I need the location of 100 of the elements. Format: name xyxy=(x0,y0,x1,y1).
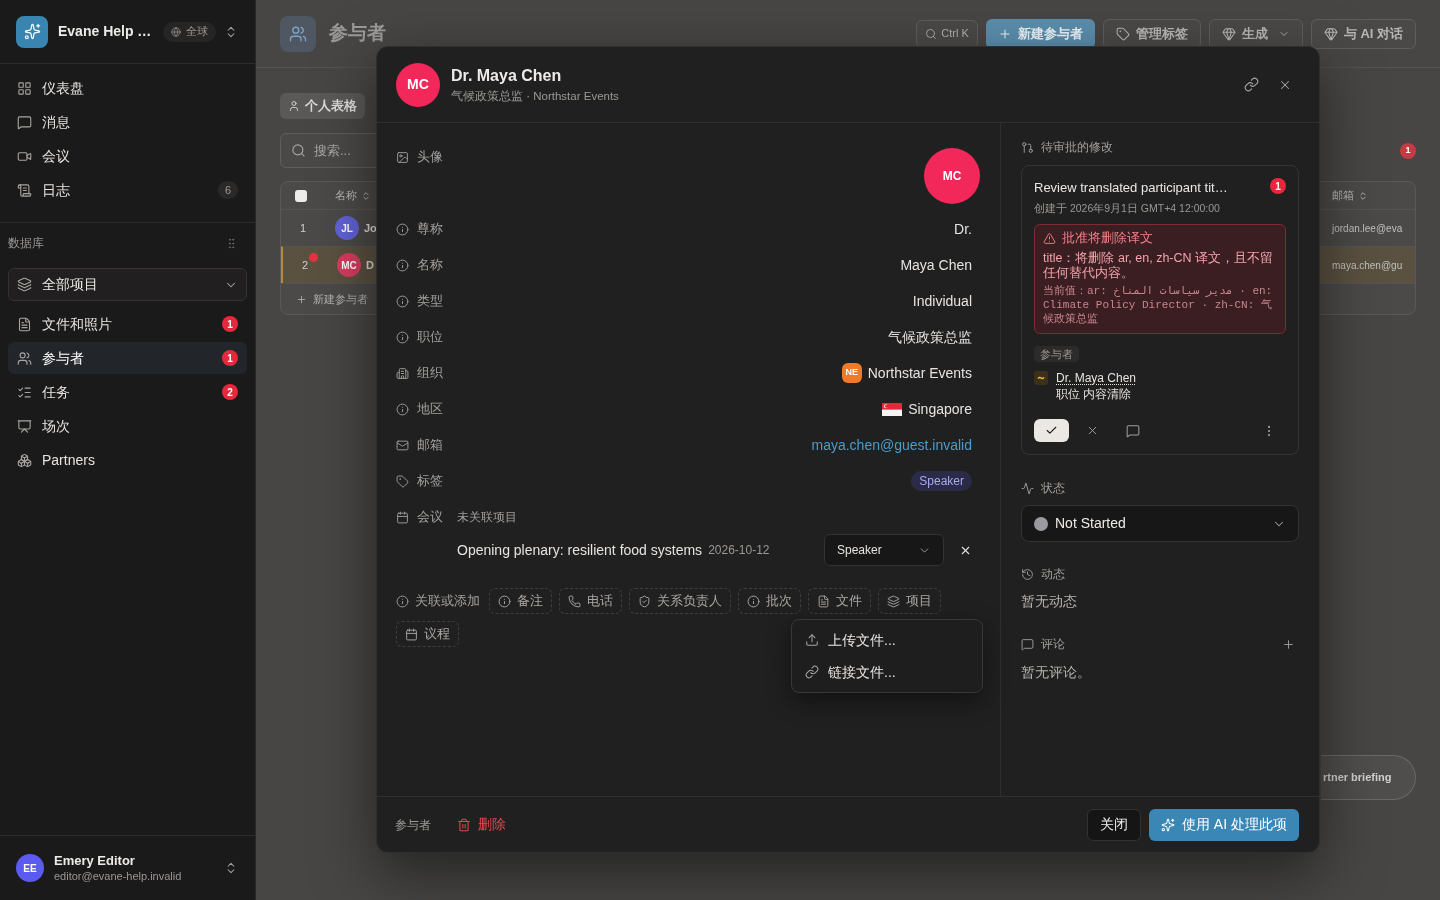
status-select[interactable]: Not Started xyxy=(1021,505,1299,542)
field-label: 职位 xyxy=(417,328,443,346)
calendar-icon xyxy=(396,510,409,524)
view-tab[interactable]: 个人表格 xyxy=(280,93,365,119)
table-cell-text: maya.chen@gu xyxy=(1332,258,1404,273)
nav-item[interactable]: Partners xyxy=(8,444,247,476)
section-title: 待审批的修改 xyxy=(1041,139,1113,156)
action-button[interactable]: 生成 xyxy=(1208,18,1303,49)
close-dialog-button[interactable]: 关闭 xyxy=(1087,808,1141,841)
approve-button[interactable] xyxy=(1034,419,1069,442)
briefing-button[interactable]: rtner briefing xyxy=(1321,755,1416,800)
footer-label: 参与者 xyxy=(395,816,431,834)
add-link-chip[interactable]: 电话 xyxy=(559,588,622,614)
change-title: Review translated participant tit… xyxy=(1034,179,1228,197)
entity-link[interactable]: Dr. Maya Chen xyxy=(1056,370,1137,386)
plus-icon xyxy=(1282,637,1295,651)
warning-title: 批准将删除译文 xyxy=(1062,229,1153,248)
phone-icon xyxy=(568,594,581,608)
action-button[interactable]: 与 AI 对话 xyxy=(1310,18,1416,49)
page-title: 参与者 xyxy=(329,21,386,46)
current-value: 当前值：ar: مدير سياسات المناخ · en: Climate Policy Director · zh-CN: 气候政策总监 xyxy=(1043,284,1274,326)
dialog-subtitle: 气候政策总监 · Northstar Events xyxy=(451,88,619,104)
copy-link-button[interactable] xyxy=(1244,77,1259,92)
dialog-title: Dr. Maya Chen xyxy=(451,65,563,86)
info-icon xyxy=(396,330,409,344)
add-link-chip[interactable]: 备注 xyxy=(489,588,552,614)
nav-item[interactable]: 任务 2 xyxy=(8,376,247,408)
checkbox[interactable] xyxy=(295,189,307,202)
nav-item[interactable]: 仪表盘 xyxy=(8,71,247,105)
sort-icon xyxy=(1358,190,1368,201)
email-link[interactable]: maya.chen@guest.invalid xyxy=(811,434,972,456)
workspace-name: Evane Help … xyxy=(58,22,152,41)
menu-item[interactable]: 上传文件... xyxy=(796,624,978,656)
field-value: Dr. xyxy=(954,219,972,239)
tag-icon xyxy=(1115,26,1130,41)
delete-button[interactable]: 删除 xyxy=(457,814,506,835)
activity-icon xyxy=(1021,481,1034,495)
add-link-chip[interactable]: 项目 xyxy=(878,588,941,614)
search-icon xyxy=(925,27,938,40)
info-icon xyxy=(396,594,409,608)
nav-item[interactable]: 日志 6 xyxy=(8,173,247,207)
trash-icon xyxy=(457,817,471,832)
reject-button[interactable] xyxy=(1086,424,1099,437)
field-label: 地区 xyxy=(417,400,443,418)
user-name: Emery Editor xyxy=(54,852,136,869)
globe-icon xyxy=(171,26,182,37)
app-logo-icon[interactable] xyxy=(16,15,48,48)
sort-icon xyxy=(361,190,371,201)
people-icon xyxy=(280,15,316,52)
nav-item[interactable]: 参与者 1 xyxy=(8,342,247,374)
add-link-chip[interactable]: 文件 xyxy=(808,588,871,614)
document-icon xyxy=(17,316,32,332)
add-comment-button[interactable] xyxy=(1282,637,1295,651)
scope-select[interactable]: 全部项目 xyxy=(8,268,247,301)
field-note: 未关联项目 xyxy=(457,509,517,526)
field-label: 类型 xyxy=(417,292,443,310)
grid-icon xyxy=(17,80,32,96)
count-badge: 1 xyxy=(222,350,238,366)
avatar: MC xyxy=(396,62,440,107)
sparkles-icon xyxy=(1161,817,1175,832)
entity-type-label: 参与者 xyxy=(1034,346,1079,362)
document-icon xyxy=(817,594,830,608)
nav-item[interactable]: 消息 xyxy=(8,105,247,139)
nav-item[interactable]: 会议 xyxy=(8,139,247,173)
building-icon xyxy=(396,366,409,380)
plus-icon xyxy=(296,293,307,305)
menu-item[interactable]: 链接文件... xyxy=(796,656,978,688)
table-cell-text: Jo xyxy=(364,220,377,236)
add-link-chip[interactable]: 批次 xyxy=(738,588,801,614)
image-icon xyxy=(396,150,409,164)
role-select[interactable]: Speaker xyxy=(824,534,944,566)
scope-button[interactable]: 全球 xyxy=(163,21,217,42)
field-label: 尊称 xyxy=(417,220,443,238)
column-header[interactable]: 邮箱 xyxy=(1332,187,1415,204)
table-cell-text: jordan.lee@eva xyxy=(1332,221,1404,236)
add-link-chip[interactable]: 关系负责人 xyxy=(629,588,731,614)
search-button[interactable]: Ctrl K xyxy=(916,19,978,48)
created-date: 创建于 2026年9月1日 GMT+4 12:00:00 xyxy=(1034,201,1221,216)
info-icon xyxy=(396,294,409,308)
ai-action-button[interactable]: 使用 AI 处理此项 xyxy=(1149,808,1299,841)
nav-item[interactable]: 场次 xyxy=(8,410,247,442)
pull-request-icon xyxy=(1021,140,1034,154)
field-label: 名称 xyxy=(417,256,443,274)
column-header[interactable]: 名称 xyxy=(325,187,371,204)
comment-button[interactable] xyxy=(1126,423,1140,438)
field-label: 标签 xyxy=(417,472,443,490)
nav-item[interactable]: 文件和照片 1 xyxy=(8,308,247,340)
add-link-chip[interactable]: 议程 xyxy=(396,621,459,647)
link-icon xyxy=(1244,77,1259,92)
action-button[interactable]: 管理标签 xyxy=(1102,18,1201,49)
field-label: 组织 xyxy=(417,364,443,382)
field-value: Individual xyxy=(912,291,972,311)
field-label: 关联或添加 xyxy=(415,592,480,610)
link-icon xyxy=(805,665,819,679)
mail-icon xyxy=(396,438,409,452)
row-avatar: JL xyxy=(335,216,359,240)
org-initials-avatar: NE xyxy=(841,363,862,383)
info-icon xyxy=(396,222,409,236)
checklist-icon xyxy=(17,384,32,400)
presentation-board-icon xyxy=(17,418,32,434)
